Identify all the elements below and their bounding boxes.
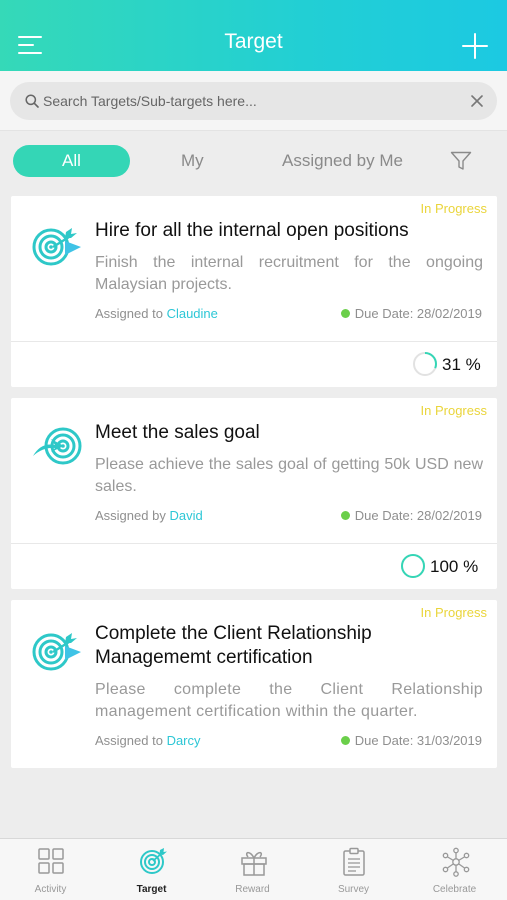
progress-text: 31 %: [442, 355, 481, 374]
add-target-button[interactable]: [462, 33, 488, 59]
nav-label: Activity: [34, 884, 67, 895]
grid-icon: [38, 848, 64, 874]
due-date: Due Date: 28/02/2019: [340, 306, 482, 321]
assignee-link[interactable]: Claudine: [167, 306, 218, 321]
nav-target[interactable]: Target: [101, 839, 202, 900]
search-box: [10, 82, 497, 120]
target-icon: [140, 848, 167, 874]
assign-label: Assigned by: [95, 508, 166, 523]
close-icon[interactable]: [470, 94, 484, 108]
assign-label: Assigned to: [95, 733, 163, 748]
nav-reward[interactable]: Reward: [202, 839, 303, 900]
target-icon: [33, 427, 82, 465]
due-date-text: Due Date: 28/02/2019: [354, 306, 482, 321]
app-header: Target: [0, 0, 507, 71]
gift-icon: [241, 851, 267, 876]
target-card[interactable]: In Progress Meet the sales goal Please a…: [11, 398, 497, 589]
status-badge: In Progress: [420, 605, 487, 620]
target-title: Meet the sales goal: [95, 422, 260, 443]
progress-indicator: 31 %: [412, 351, 481, 377]
target-description: Finish the internal recruitment for the …: [95, 254, 483, 293]
assign-label: Assigned to: [95, 306, 163, 321]
status-badge: In Progress: [420, 403, 487, 418]
divider: [11, 341, 497, 342]
target-card[interactable]: In Progress Hire for all the internal op…: [11, 196, 497, 387]
tab-my[interactable]: My: [181, 145, 204, 177]
bottom-nav: Activity Target Reward Survey Celebrate: [0, 838, 507, 900]
due-date-text: Due Date: 28/02/2019: [354, 508, 482, 523]
network-icon: [442, 847, 470, 877]
progress-text: 100 %: [430, 557, 479, 576]
assignment-line: Assigned to Claudine: [95, 306, 218, 321]
nav-activity[interactable]: Activity: [0, 839, 101, 900]
progress-ring: [401, 554, 425, 578]
due-date: Due Date: 31/03/2019: [340, 733, 482, 748]
nav-celebrate[interactable]: Celebrate: [404, 839, 505, 900]
target-title: Hire for all the internal open positions: [95, 220, 409, 241]
status-badge: In Progress: [420, 201, 487, 216]
target-icon: [32, 633, 81, 671]
tab-all[interactable]: All: [13, 145, 130, 177]
funnel-icon[interactable]: [450, 151, 472, 171]
status-dot: [340, 511, 350, 520]
due-date: Due Date: 28/02/2019: [340, 508, 482, 523]
filter-tabs: All My Assigned by Me: [0, 143, 507, 179]
nav-label: Reward: [235, 884, 270, 895]
nav-label: Survey: [337, 884, 370, 895]
due-date-text: Due Date: 31/03/2019: [354, 733, 482, 748]
target-card[interactable]: In Progress Complete the Client Relation…: [11, 600, 497, 768]
status-dot: [340, 309, 350, 318]
assignment-line: Assigned by David: [95, 508, 203, 523]
page-title: Target: [224, 30, 283, 53]
progress-indicator: 100 %: [400, 553, 478, 579]
divider: [11, 543, 497, 544]
search-bar-area: [0, 71, 507, 131]
progress-ring: [413, 352, 437, 376]
assignee-link[interactable]: David: [169, 508, 202, 523]
status-dot: [340, 736, 350, 745]
tab-assigned-by-me[interactable]: Assigned by Me: [282, 145, 403, 177]
clipboard-icon: [343, 847, 365, 876]
nav-label: Celebrate: [432, 884, 477, 895]
assignment-line: Assigned to Darcy: [95, 733, 201, 748]
assignee-link[interactable]: Darcy: [167, 733, 201, 748]
target-description: Please complete the Client Relationship …: [95, 681, 483, 720]
search-input[interactable]: [43, 82, 463, 120]
search-icon: [25, 94, 39, 108]
target-icon: [32, 228, 81, 266]
target-description: Please achieve the sales goal of getting…: [95, 456, 483, 495]
nav-survey[interactable]: Survey: [303, 839, 404, 900]
target-title: Complete the Client Relationship Managem…: [95, 623, 372, 668]
nav-label: Target: [136, 884, 167, 895]
